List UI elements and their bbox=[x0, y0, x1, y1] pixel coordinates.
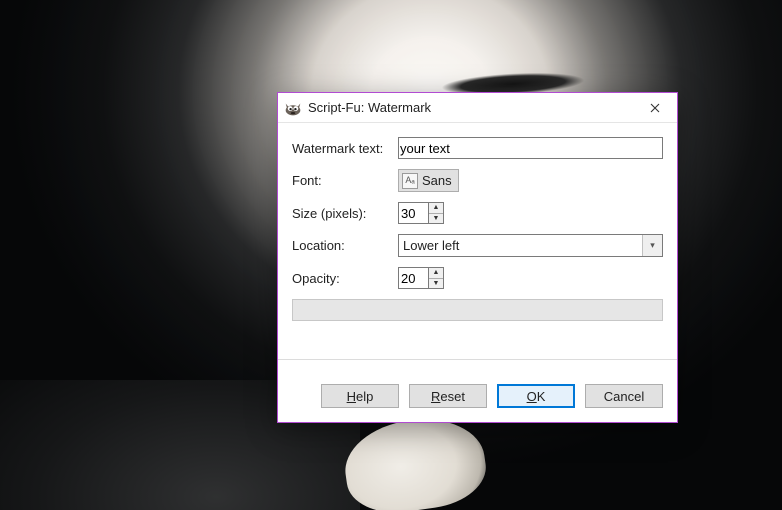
dialog-title: Script-Fu: Watermark bbox=[308, 100, 431, 115]
location-select[interactable]: Lower left ▾ bbox=[398, 234, 663, 257]
close-icon bbox=[650, 103, 660, 113]
size-spinner-down[interactable]: ▼ bbox=[429, 214, 443, 224]
ok-button[interactable]: OK bbox=[497, 384, 575, 408]
watermark-text-label: Watermark text: bbox=[292, 141, 398, 156]
size-label: Size (pixels): bbox=[292, 206, 398, 221]
watermark-dialog: Script-Fu: Watermark Watermark text: you… bbox=[277, 92, 678, 423]
font-picker-icon: Aₐ bbox=[402, 173, 418, 189]
close-button[interactable] bbox=[632, 93, 677, 123]
reset-label-rest: eset bbox=[440, 389, 465, 404]
font-picker-button[interactable]: Aₐ Sans bbox=[398, 169, 459, 192]
opacity-spinner[interactable]: 20 ▲ ▼ bbox=[398, 267, 444, 289]
gimp-wilber-icon bbox=[284, 99, 302, 117]
opacity-label: Opacity: bbox=[292, 271, 398, 286]
opacity-value[interactable]: 20 bbox=[398, 267, 428, 289]
chevron-down-icon: ▾ bbox=[642, 235, 662, 256]
font-value: Sans bbox=[422, 173, 452, 188]
dialog-body: Watermark text: your text Font: Aₐ Sans … bbox=[278, 123, 677, 372]
reset-button[interactable]: Reset bbox=[409, 384, 487, 408]
size-spinner-up[interactable]: ▲ bbox=[429, 203, 443, 214]
watermark-text-input[interactable]: your text bbox=[398, 137, 663, 159]
cancel-button[interactable]: Cancel bbox=[585, 384, 663, 408]
opacity-spinner-down[interactable]: ▼ bbox=[429, 279, 443, 289]
progress-bar bbox=[292, 299, 663, 321]
size-value[interactable]: 30 bbox=[398, 202, 428, 224]
button-row: Help Reset OK Cancel bbox=[278, 372, 677, 422]
help-button[interactable]: Help bbox=[321, 384, 399, 408]
font-label: Font: bbox=[292, 173, 398, 188]
opacity-spinner-up[interactable]: ▲ bbox=[429, 268, 443, 279]
location-value: Lower left bbox=[403, 238, 459, 253]
watermark-text-value: your text bbox=[400, 141, 450, 156]
location-label: Location: bbox=[292, 238, 398, 253]
size-spinner[interactable]: 30 ▲ ▼ bbox=[398, 202, 444, 224]
separator bbox=[278, 359, 677, 360]
cancel-label: Cancel bbox=[604, 389, 644, 404]
titlebar[interactable]: Script-Fu: Watermark bbox=[278, 93, 677, 123]
help-label-rest: elp bbox=[356, 389, 373, 404]
ok-label-rest: K bbox=[537, 389, 546, 404]
